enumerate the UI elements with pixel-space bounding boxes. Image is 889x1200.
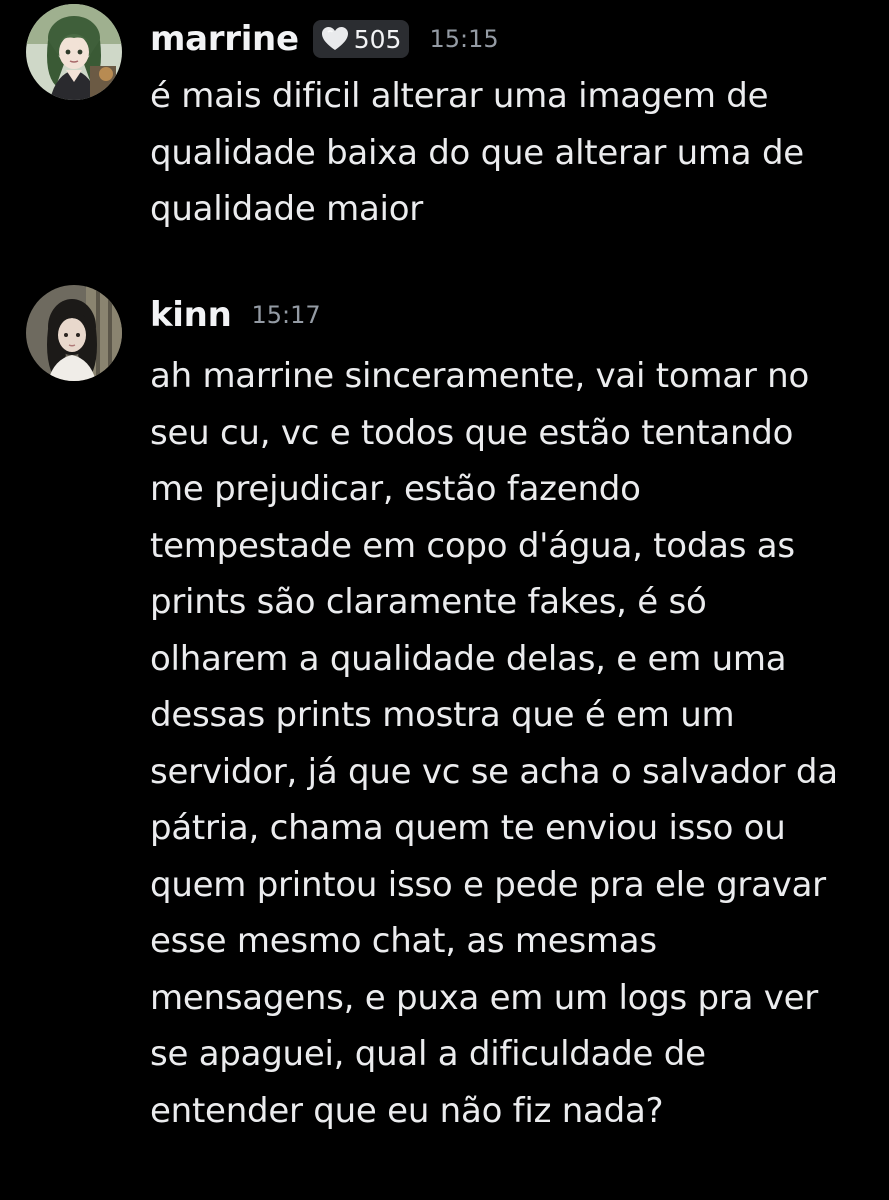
avatar[interactable] (26, 285, 122, 381)
avatar-image (26, 4, 122, 100)
badge[interactable]: 505 (312, 20, 410, 58)
timestamp: 15:17 (251, 301, 321, 329)
message-header: marrine 505 15:15 (150, 19, 499, 59)
username[interactable]: marrine (150, 19, 299, 59)
badge-count: 505 (353, 24, 402, 54)
avatar[interactable] (26, 4, 122, 100)
username[interactable]: kinn (150, 295, 232, 335)
timestamp: 15:15 (429, 25, 499, 53)
heart-icon (321, 26, 349, 52)
avatar-image (26, 285, 122, 381)
message-content: é mais dificil alterar uma imagem de qua… (150, 76, 804, 229)
message-header: kinn 15:17 (150, 295, 321, 335)
message-content: ah marrine sinceramente, vai tomar no se… (150, 356, 838, 1131)
